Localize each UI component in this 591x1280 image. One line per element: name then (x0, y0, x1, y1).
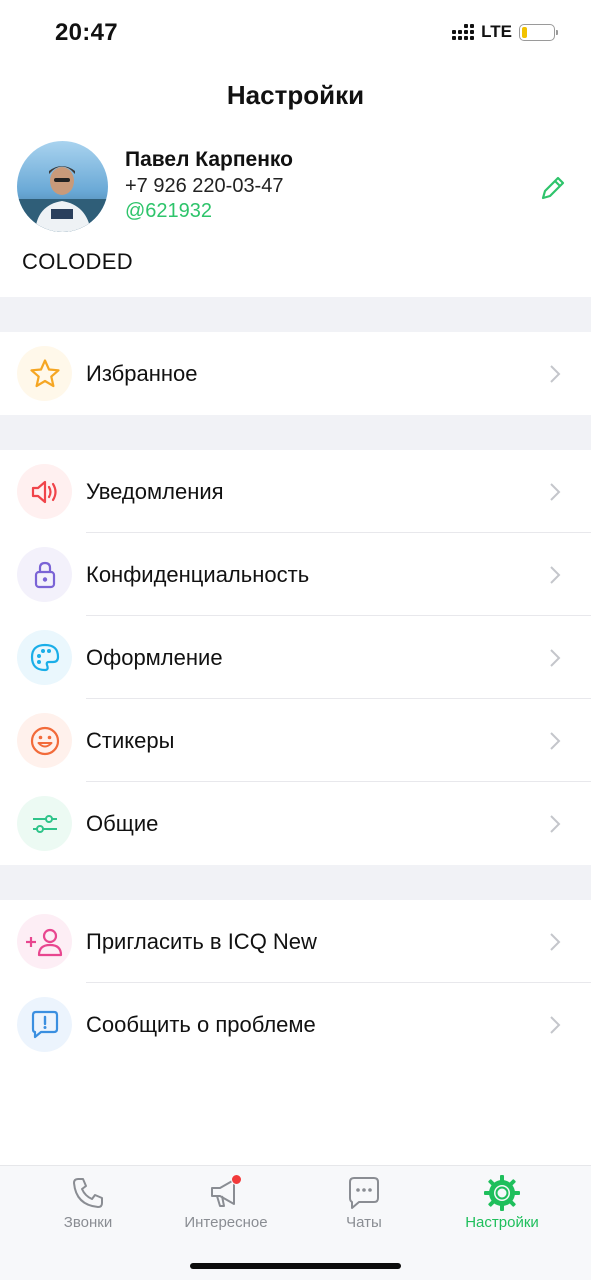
add-user-icon (17, 914, 72, 969)
chevron-right-icon (550, 732, 561, 750)
speaker-icon (17, 464, 72, 519)
section-separator (0, 415, 591, 450)
section-separator (0, 865, 591, 900)
chevron-right-icon (550, 566, 561, 584)
smile-icon (17, 713, 72, 768)
menu-item-appearance[interactable]: Оформление (0, 616, 591, 699)
chevron-right-icon (550, 815, 561, 833)
report-icon (17, 997, 72, 1052)
phone-icon (73, 1178, 103, 1208)
edit-profile-button[interactable] (537, 172, 569, 204)
profile-name: Павел Карпенко (125, 148, 293, 171)
avatar[interactable] (17, 141, 108, 232)
network-type: LTE (481, 22, 512, 41)
chevron-right-icon (550, 365, 561, 383)
profile-status: COLODED (22, 249, 133, 274)
profile-nick[interactable]: @621932 (125, 200, 212, 223)
menu-item-label: Стикеры (86, 728, 175, 753)
menu-item-favorites[interactable]: Избранное (0, 332, 591, 415)
home-indicator[interactable] (190, 1263, 401, 1269)
tab-calls[interactable]: Звонки (18, 1166, 158, 1246)
chevron-right-icon (550, 933, 561, 951)
status-indicators: LTE (452, 22, 558, 42)
section-separator (0, 297, 591, 332)
tab-settings[interactable]: Настройки (432, 1166, 572, 1246)
menu-item-label: Общие (86, 811, 159, 836)
lock-icon (17, 547, 72, 602)
pencil-icon (541, 176, 565, 200)
chevron-right-icon (550, 649, 561, 667)
menu-item-general[interactable]: Общие (0, 782, 591, 865)
signal-icon (452, 24, 475, 40)
tab-discover[interactable]: Интересное (156, 1166, 296, 1246)
menu-item-label: Уведомления (86, 479, 224, 504)
menu-item-privacy[interactable]: Конфиденциальность (0, 533, 591, 616)
palette-icon (17, 630, 72, 685)
menu-item-report[interactable]: Сообщить о проблеме (0, 983, 591, 1066)
menu-item-label: Сообщить о проблеме (86, 1012, 316, 1037)
tab-label: Чаты (346, 1214, 382, 1231)
settings-group-support: Пригласить в ICQ New Сообщить о проблеме (0, 900, 591, 1066)
chevron-right-icon (550, 483, 561, 501)
settings-group-favorites: Избранное (0, 332, 591, 415)
menu-item-invite[interactable]: Пригласить в ICQ New (0, 900, 591, 983)
menu-item-notifications[interactable]: Уведомления (0, 450, 591, 533)
page-title: Настройки (226, 80, 365, 110)
battery-icon (519, 23, 558, 41)
chat-icon (349, 1177, 379, 1209)
menu-item-label: Оформление (86, 645, 223, 670)
menu-item-label: Избранное (86, 361, 198, 386)
tab-label: Интересное (184, 1214, 268, 1231)
status-time: 20:47 (55, 19, 118, 46)
menu-item-stickers[interactable]: Стикеры (0, 699, 591, 782)
settings-icon (484, 1175, 520, 1211)
profile-phone: +7 926 220-03-47 (125, 175, 284, 197)
star-icon (17, 346, 72, 401)
notification-badge (231, 1174, 242, 1185)
sliders-icon (17, 796, 72, 851)
tab-chats[interactable]: Чаты (294, 1166, 434, 1246)
settings-group-main: Уведомления Конфиденциальность Оформлени… (0, 450, 591, 865)
profile-header[interactable]: Павел Карпенко +7 926 220-03-47 @621932 … (0, 140, 591, 296)
menu-item-label: Пригласить в ICQ New (86, 929, 317, 954)
chevron-right-icon (550, 1016, 561, 1034)
tab-label: Звонки (63, 1214, 113, 1231)
tab-label: Настройки (465, 1214, 539, 1231)
status-bar: 20:47 LTE (0, 0, 591, 64)
menu-item-label: Конфиденциальность (86, 562, 310, 587)
